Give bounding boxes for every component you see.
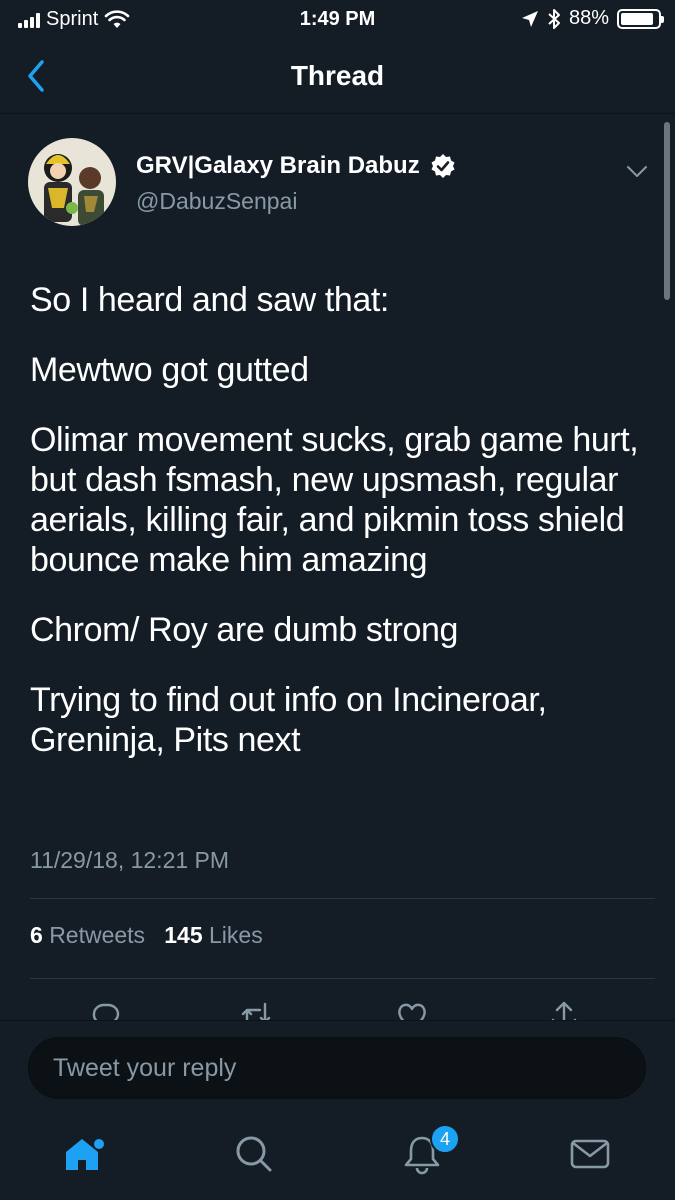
tweet-actions xyxy=(0,998,675,1020)
reply-placeholder: Tweet your reply xyxy=(53,1053,237,1082)
reply-input[interactable]: Tweet your reply xyxy=(28,1037,646,1099)
battery-icon xyxy=(617,8,664,29)
tab-bar xyxy=(0,1116,675,1200)
search-icon xyxy=(236,1136,272,1172)
heart-icon xyxy=(398,1003,426,1020)
share-icon xyxy=(551,1001,577,1020)
reply-button[interactable] xyxy=(88,998,124,1020)
battery-percent: 88% xyxy=(568,7,609,29)
status-right: 88% xyxy=(521,7,664,30)
tweet-paragraph: Olimar movement sucks, grab game hurt, b… xyxy=(30,421,639,579)
retweets-stat[interactable]: 6 Retweets xyxy=(30,922,145,948)
location-icon xyxy=(521,10,538,27)
retweet-button[interactable] xyxy=(238,998,274,1020)
tweet-paragraph: So I heard and saw that: xyxy=(30,281,389,319)
author-name-label: GRV|Galaxy Brain Dabuz xyxy=(136,152,420,179)
share-button[interactable] xyxy=(546,998,582,1020)
status-bar: Sprint 1:49 PM 88% xyxy=(0,0,675,40)
tweet-paragraph: Trying to find out info on Incineroar, G… xyxy=(30,681,547,759)
scrollbar[interactable] xyxy=(664,122,670,300)
tweet-paragraph: Chrom/ Roy are dumb strong xyxy=(30,611,458,649)
battery-fill xyxy=(621,12,653,25)
page-title: Thread xyxy=(290,60,385,91)
divider xyxy=(30,898,655,899)
likes-label: Likes xyxy=(209,922,263,948)
tweet-stats: 6 Retweets 145 Likes xyxy=(30,922,263,949)
notification-badge: 4 xyxy=(430,1124,460,1154)
tweet-timestamp: 11/29/18, 12:21 PM xyxy=(30,847,230,873)
chevron-down-icon xyxy=(627,166,647,177)
nav-bar: Thread xyxy=(0,40,675,114)
likes-count: 145 xyxy=(164,922,203,948)
tweet-paragraph: Mewtwo got gutted xyxy=(30,351,309,389)
author-name[interactable]: GRV|Galaxy Brain Dabuz xyxy=(136,152,456,180)
tab-home[interactable] xyxy=(62,1132,106,1176)
reply-icon xyxy=(92,1003,120,1020)
retweets-label: Retweets xyxy=(49,922,146,948)
verified-badge-icon xyxy=(431,154,455,178)
likes-stat[interactable]: 145 Likes xyxy=(164,922,262,948)
tab-search[interactable] xyxy=(232,1132,276,1176)
tab-messages[interactable] xyxy=(568,1132,612,1176)
avatar[interactable] xyxy=(28,138,116,226)
retweet-icon xyxy=(241,1002,271,1020)
divider xyxy=(30,978,655,979)
avatar-image xyxy=(28,138,116,226)
like-button[interactable] xyxy=(394,998,430,1020)
author-handle[interactable]: @DabuzSenpai xyxy=(136,188,297,215)
bluetooth-icon xyxy=(548,8,560,29)
twitter-thread-screen: Sprint 1:49 PM 88% Thread GRV|Galaxy Bra… xyxy=(0,0,675,1200)
tweet-text: So I heard and saw that: Mewtwo got gutt… xyxy=(30,280,655,790)
home-icon xyxy=(66,1139,104,1170)
tweet-detail: GRV|Galaxy Brain Dabuz @DabuzSenpai So I… xyxy=(0,114,675,1020)
retweets-count: 6 xyxy=(30,922,43,948)
reply-bar: Tweet your reply xyxy=(0,1020,675,1116)
tweet-menu-button[interactable] xyxy=(622,156,652,186)
messages-icon xyxy=(570,1139,610,1169)
